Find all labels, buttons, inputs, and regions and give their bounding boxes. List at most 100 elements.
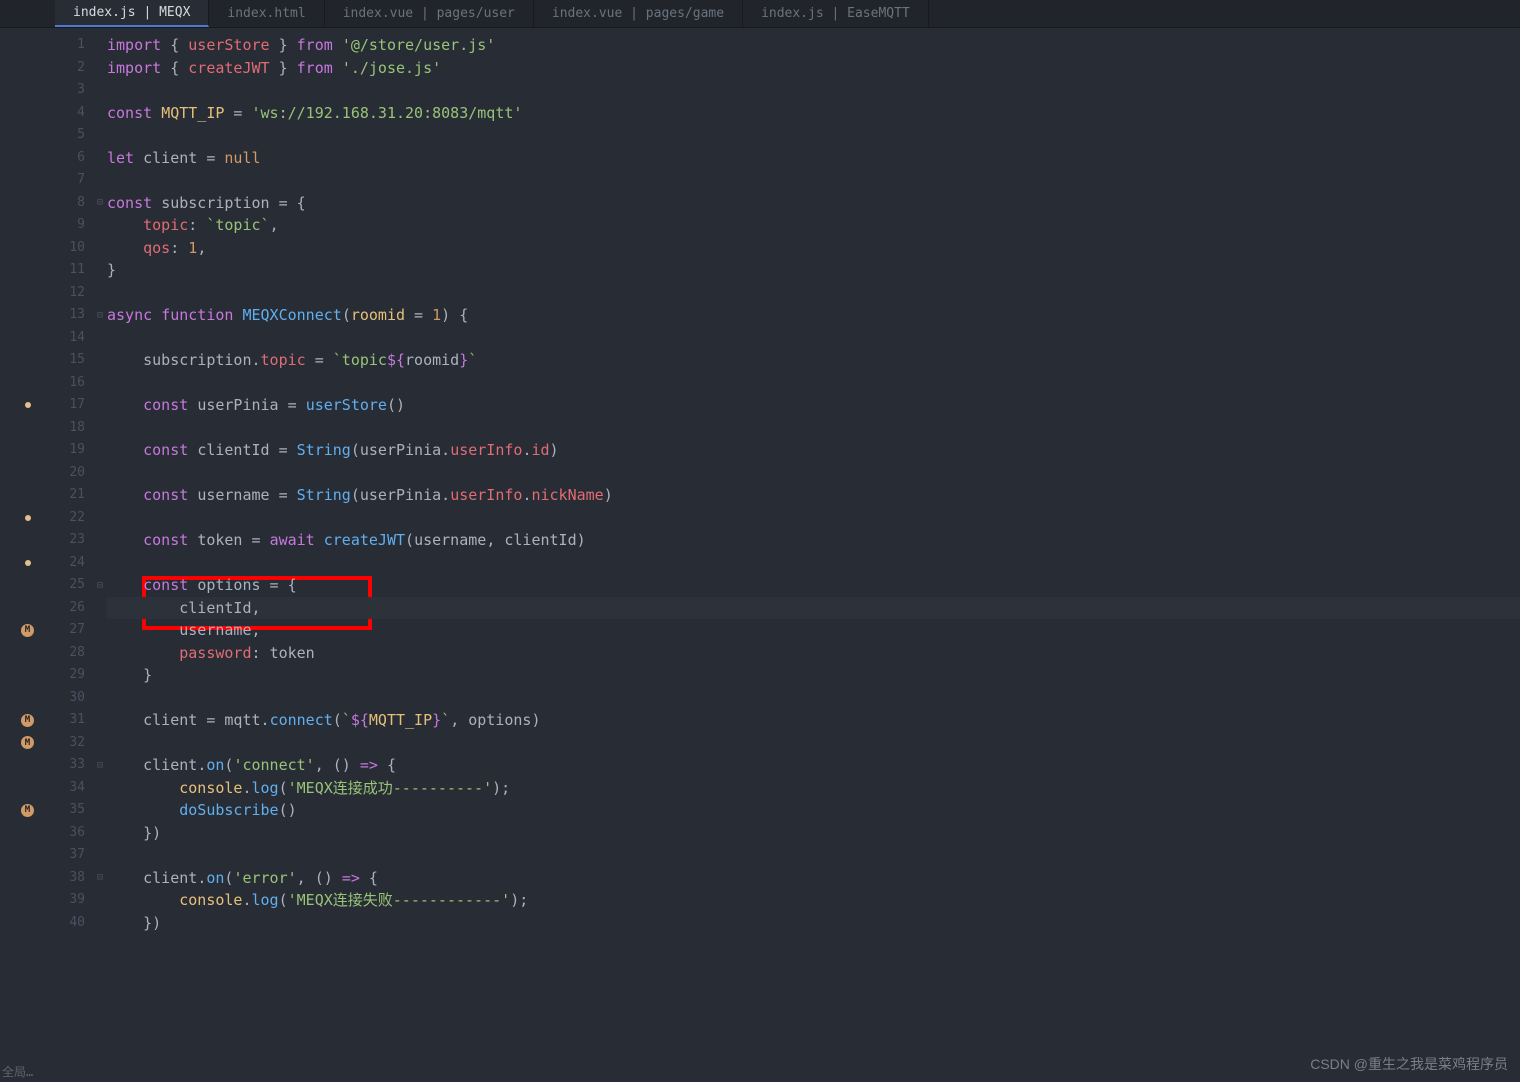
fold-marker[interactable] bbox=[93, 169, 107, 192]
gutter-marker-row[interactable] bbox=[0, 259, 55, 282]
line-number[interactable]: 7 bbox=[55, 169, 93, 192]
line-number[interactable]: 1 bbox=[55, 34, 93, 57]
line-number[interactable]: 37 bbox=[55, 844, 93, 867]
code-line[interactable] bbox=[107, 552, 1520, 575]
gutter-marker-row[interactable] bbox=[0, 34, 55, 57]
code-line[interactable]: let client = null bbox=[107, 147, 1520, 170]
gutter-marker-row[interactable] bbox=[0, 664, 55, 687]
code-line[interactable]: const userPinia = userStore() bbox=[107, 394, 1520, 417]
gutter-marker-row[interactable] bbox=[0, 214, 55, 237]
fold-marker[interactable] bbox=[93, 844, 107, 867]
code-line[interactable]: client.on('connect', () => { bbox=[107, 754, 1520, 777]
fold-marker[interactable] bbox=[93, 912, 107, 935]
gutter-marker-row[interactable] bbox=[0, 147, 55, 170]
gutter-marker-row[interactable] bbox=[0, 687, 55, 710]
fold-marker[interactable] bbox=[93, 529, 107, 552]
gutter-marker-row[interactable] bbox=[0, 102, 55, 125]
line-number[interactable]: 18 bbox=[55, 417, 93, 440]
fold-marker[interactable] bbox=[93, 57, 107, 80]
code-line[interactable]: const token = await createJWT(username, … bbox=[107, 529, 1520, 552]
fold-marker[interactable] bbox=[93, 147, 107, 170]
gutter-marker-row[interactable] bbox=[0, 237, 55, 260]
code-line[interactable] bbox=[107, 79, 1520, 102]
line-number[interactable]: 20 bbox=[55, 462, 93, 485]
fold-marker[interactable] bbox=[93, 732, 107, 755]
gutter-marker-row[interactable] bbox=[0, 822, 55, 845]
fold-marker[interactable]: ⊟ bbox=[93, 192, 107, 215]
fold-marker[interactable] bbox=[93, 889, 107, 912]
gutter-marker-row[interactable] bbox=[0, 372, 55, 395]
code-line[interactable] bbox=[107, 507, 1520, 530]
gutter-marker-row[interactable] bbox=[0, 57, 55, 80]
code-line[interactable]: console.log('MEQX连接成功----------'); bbox=[107, 777, 1520, 800]
code-line[interactable] bbox=[107, 372, 1520, 395]
gutter-marker-row[interactable] bbox=[0, 642, 55, 665]
gutter-marker-row[interactable]: M bbox=[0, 709, 55, 732]
line-number[interactable]: 24 bbox=[55, 552, 93, 575]
gutter-marker-row[interactable] bbox=[0, 439, 55, 462]
gutter-marker-row[interactable] bbox=[0, 574, 55, 597]
fold-marker[interactable] bbox=[93, 349, 107, 372]
gutter-marker-row[interactable] bbox=[0, 327, 55, 350]
line-number[interactable]: 26 bbox=[55, 597, 93, 620]
fold-marker[interactable] bbox=[93, 709, 107, 732]
gutter-marker-row[interactable]: M bbox=[0, 619, 55, 642]
code-line[interactable] bbox=[107, 462, 1520, 485]
fold-marker[interactable] bbox=[93, 102, 107, 125]
line-number[interactable]: 15 bbox=[55, 349, 93, 372]
gutter-marker-row[interactable] bbox=[0, 462, 55, 485]
code-line[interactable]: password: token bbox=[107, 642, 1520, 665]
gutter-marker-row[interactable] bbox=[0, 394, 55, 417]
fold-marker[interactable]: ⊟ bbox=[93, 574, 107, 597]
line-number[interactable]: 21 bbox=[55, 484, 93, 507]
fold-marker[interactable] bbox=[93, 777, 107, 800]
gutter-marker-row[interactable] bbox=[0, 597, 55, 620]
gutter-marker-row[interactable] bbox=[0, 417, 55, 440]
fold-marker[interactable]: ⊟ bbox=[93, 754, 107, 777]
line-number[interactable]: 9 bbox=[55, 214, 93, 237]
gutter-marker-row[interactable] bbox=[0, 349, 55, 372]
gutter-marker-row[interactable] bbox=[0, 79, 55, 102]
code-line[interactable] bbox=[107, 282, 1520, 305]
code-line[interactable]: const clientId = String(userPinia.userIn… bbox=[107, 439, 1520, 462]
code-line[interactable]: }) bbox=[107, 822, 1520, 845]
code-line[interactable]: const MQTT_IP = 'ws://192.168.31.20:8083… bbox=[107, 102, 1520, 125]
code-line[interactable]: } bbox=[107, 664, 1520, 687]
line-number[interactable]: 6 bbox=[55, 147, 93, 170]
fold-marker[interactable] bbox=[93, 507, 107, 530]
code-line[interactable]: subscription.topic = `topic${roomid}` bbox=[107, 349, 1520, 372]
code-line[interactable]: const options = { bbox=[107, 574, 1520, 597]
fold-marker[interactable]: ⊟ bbox=[93, 304, 107, 327]
gutter-marker-row[interactable] bbox=[0, 484, 55, 507]
line-number[interactable]: 23 bbox=[55, 529, 93, 552]
line-number[interactable]: 3 bbox=[55, 79, 93, 102]
tab[interactable]: index.js | EaseMQTT bbox=[743, 0, 929, 27]
fold-marker[interactable] bbox=[93, 822, 107, 845]
line-number[interactable]: 30 bbox=[55, 687, 93, 710]
gutter-marker-row[interactable] bbox=[0, 124, 55, 147]
code-line[interactable]: import { userStore } from '@/store/user.… bbox=[107, 34, 1520, 57]
fold-marker[interactable] bbox=[93, 552, 107, 575]
gutter-marker-row[interactable] bbox=[0, 192, 55, 215]
line-number[interactable]: 14 bbox=[55, 327, 93, 350]
gutter-marker-row[interactable] bbox=[0, 844, 55, 867]
code-line[interactable]: import { createJWT } from './jose.js' bbox=[107, 57, 1520, 80]
line-number[interactable]: 17 bbox=[55, 394, 93, 417]
fold-marker[interactable] bbox=[93, 259, 107, 282]
gutter-marker-row[interactable] bbox=[0, 169, 55, 192]
fold-marker[interactable]: ⊟ bbox=[93, 867, 107, 890]
line-number[interactable]: 8 bbox=[55, 192, 93, 215]
gutter-marker-row[interactable] bbox=[0, 777, 55, 800]
line-number[interactable]: 12 bbox=[55, 282, 93, 305]
line-number[interactable]: 40 bbox=[55, 912, 93, 935]
line-number[interactable]: 35 bbox=[55, 799, 93, 822]
gutter-marker-row[interactable] bbox=[0, 507, 55, 530]
code-line[interactable] bbox=[107, 169, 1520, 192]
code-line[interactable]: console.log('MEQX连接失败------------'); bbox=[107, 889, 1520, 912]
line-number[interactable]: 27 bbox=[55, 619, 93, 642]
fold-marker[interactable] bbox=[93, 372, 107, 395]
fold-marker[interactable] bbox=[93, 687, 107, 710]
fold-marker[interactable] bbox=[93, 799, 107, 822]
gutter-marker-row[interactable] bbox=[0, 552, 55, 575]
line-number[interactable]: 4 bbox=[55, 102, 93, 125]
